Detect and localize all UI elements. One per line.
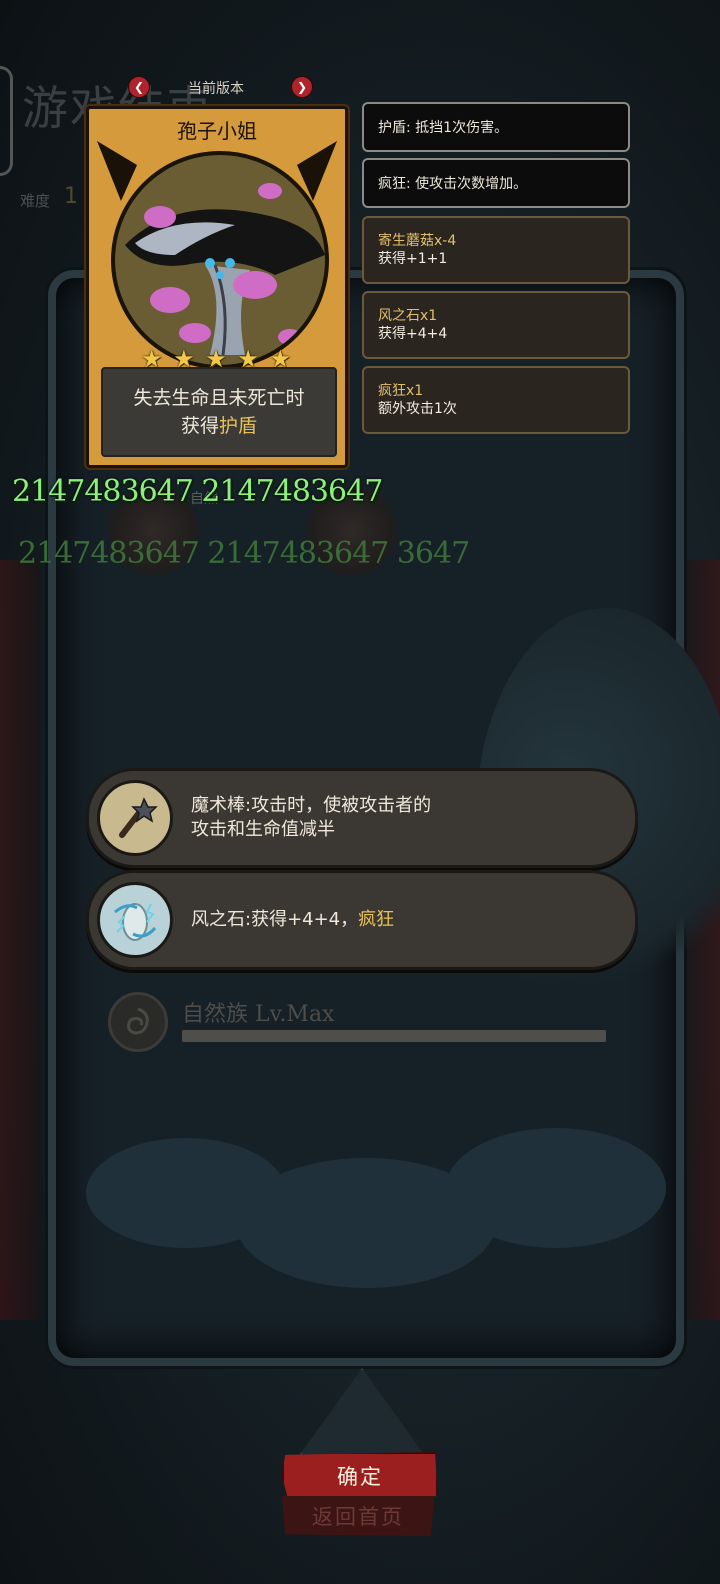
relic-wind-stone-text: 风之石:获得+4+4，疯狂 bbox=[191, 873, 394, 967]
nature-tribe-icon bbox=[108, 992, 168, 1052]
unit-card[interactable]: 孢子小姐 ★ ★ ★ ★ ★ 失去生命且未死亡时 获得护盾 bbox=[86, 106, 348, 468]
buff-desc: 获得+4+4 bbox=[378, 326, 448, 342]
difficulty-label: 难度 bbox=[20, 192, 51, 210]
mushroom-portrait-icon bbox=[111, 151, 329, 369]
keyword-tooltip-shield: 护盾: 抵挡1次伤害。 bbox=[362, 102, 630, 152]
buff-title: 寄生蘑菇x-4 bbox=[378, 233, 457, 249]
wind-stone-icon bbox=[97, 882, 173, 958]
chevron-left-icon: ❮ bbox=[133, 80, 145, 94]
buff-desc: 获得+1+1 bbox=[378, 251, 448, 267]
card-desc-keyword: 护盾 bbox=[219, 415, 258, 437]
background-left-ornament bbox=[0, 560, 40, 1320]
keyword-shield-text: 护盾: 抵挡1次伤害。 bbox=[378, 120, 509, 136]
chevron-right-icon: ❯ bbox=[296, 80, 308, 94]
relic-wind-stone-prefix: 风之石:获得+4+4， bbox=[191, 909, 359, 930]
unit-stats-bright: 2147483647 2147483647 bbox=[12, 474, 383, 509]
return-home-button[interactable]: 返回首页 bbox=[282, 1496, 434, 1536]
card-desc-line2: 获得护盾 bbox=[181, 412, 257, 440]
relic-line1: 风之石:获得+4+4，疯狂 bbox=[191, 908, 394, 932]
keyword-tooltip-frenzy: 疯狂: 使攻击次数增加。 bbox=[362, 158, 630, 208]
buff-item-1: 寄生蘑菇x-4 获得+1+1 bbox=[362, 216, 630, 284]
previous-version-button[interactable]: ❮ bbox=[128, 76, 150, 98]
tribe-progress-bar bbox=[182, 1030, 606, 1042]
card-desc-line1: 失去生命且未死亡时 bbox=[133, 387, 305, 409]
tribe-level-label: 自然族 Lv.Max bbox=[182, 1002, 335, 1027]
relic-magic-wand-text: 魔术棒:攻击时，使被攻击者的 攻击和生命值减半 bbox=[191, 771, 431, 865]
relic-wind-stone-keyword: 疯狂 bbox=[358, 909, 395, 930]
buff-desc: 额外攻击1次 bbox=[378, 401, 457, 417]
tribe-progress-fill bbox=[182, 1030, 606, 1042]
next-version-button[interactable]: ❯ bbox=[291, 76, 313, 98]
card-ability-description: 失去生命且未死亡时 获得护盾 bbox=[101, 367, 337, 457]
relic-line2: 攻击和生命值减半 bbox=[191, 819, 335, 840]
keyword-frenzy-text: 疯狂: 使攻击次数增加。 bbox=[378, 176, 528, 192]
magic-wand-icon bbox=[97, 780, 173, 856]
version-label: 当前版本 bbox=[188, 81, 244, 97]
card-desc-prefix: 获得 bbox=[180, 415, 219, 437]
card-name: 孢子小姐 bbox=[177, 119, 257, 143]
relic-line1: 魔术棒:攻击时，使被攻击者的 bbox=[191, 795, 432, 816]
relic-magic-wand[interactable]: 魔术棒:攻击时，使被攻击者的 攻击和生命值减半 bbox=[86, 768, 638, 868]
buff-item-3: 疯狂x1 额外攻击1次 bbox=[362, 366, 630, 434]
relic-wind-stone[interactable]: 风之石:获得+4+4，疯狂 bbox=[86, 870, 638, 970]
back-bracket bbox=[0, 66, 13, 176]
card-horn-left bbox=[97, 141, 137, 201]
confirm-button[interactable]: 确定 bbox=[282, 1452, 438, 1500]
unit-stats-dim: 2147483647 2147483647 3647 bbox=[18, 536, 470, 571]
difficulty-value: 1 bbox=[64, 184, 78, 209]
buff-item-2: 风之石x1 获得+4+4 bbox=[362, 291, 630, 359]
buff-title: 疯狂x1 bbox=[378, 383, 424, 399]
cloud-decoration bbox=[446, 1128, 666, 1248]
buff-title: 风之石x1 bbox=[378, 308, 438, 324]
